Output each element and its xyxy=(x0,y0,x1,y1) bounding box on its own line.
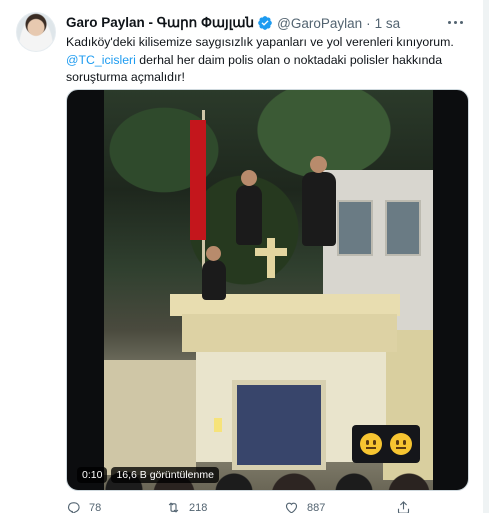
retweet-count: 218 xyxy=(189,501,208,513)
like-count: 887 xyxy=(307,501,326,513)
tweet-text-line-2: @TC_icisleri derhal her daim polis olan … xyxy=(66,52,466,70)
cross-vertical xyxy=(267,238,275,278)
verified-badge-icon xyxy=(257,15,273,31)
person-on-wall xyxy=(202,260,226,300)
share-button[interactable] xyxy=(396,500,411,513)
person-on-wall xyxy=(302,172,336,246)
more-dots-icon[interactable] xyxy=(443,14,467,30)
video-player[interactable]: 0:10 16,6 B görüntülenme xyxy=(66,89,469,491)
reply-button[interactable]: 78 xyxy=(66,500,101,513)
person-head xyxy=(206,246,221,261)
tweet-text-line-3: soruşturma açmalıdır! xyxy=(66,70,185,84)
mention-link[interactable]: @TC_icisleri xyxy=(66,53,136,67)
retweet-icon xyxy=(168,502,179,513)
column-border xyxy=(483,0,489,513)
tweet-text: Kadıköy'deki kilisemize saygısızlık yapa… xyxy=(66,34,466,87)
separator-dot: · xyxy=(366,15,371,31)
tweet[interactable]: Garo Paylan - Գարո Փայլան @GaroPaylan · … xyxy=(0,0,489,513)
video-duration: 0:10 xyxy=(77,467,108,483)
share-icon xyxy=(397,501,410,513)
side-wall xyxy=(104,360,196,475)
tweet-text-line-2-rest: derhal her daim polis olan o noktadaki p… xyxy=(135,52,443,67)
cross-horizontal xyxy=(255,248,287,256)
gate-door xyxy=(232,380,326,470)
retweet-button[interactable]: 218 xyxy=(166,500,207,513)
reply-icon xyxy=(67,502,80,513)
building-window xyxy=(337,200,373,256)
handle[interactable]: @GaroPaylan xyxy=(277,16,362,31)
person-head xyxy=(241,170,257,186)
building-window xyxy=(385,200,421,256)
tweet-header: Garo Paylan - Գարո Փայլան @GaroPaylan · … xyxy=(66,13,400,33)
tweet-text-line-1: Kadıköy'deki kilisemize saygısızlık yapa… xyxy=(66,35,454,49)
wall-lamp xyxy=(214,418,222,432)
gate-pediment xyxy=(182,314,397,352)
reply-count: 78 xyxy=(89,501,102,513)
video-info-badge: 0:10 16,6 B görüntülenme xyxy=(77,466,219,484)
emoji-overlay xyxy=(352,425,420,463)
neutral-face-icon xyxy=(360,433,382,455)
neutral-face-icon xyxy=(390,433,412,455)
person-on-wall xyxy=(236,185,262,245)
avatar[interactable] xyxy=(16,12,56,52)
like-button[interactable]: 887 xyxy=(284,500,325,513)
heart-icon xyxy=(285,502,298,513)
tweet-actions: 78 218 887 xyxy=(66,500,466,513)
timestamp[interactable]: 1 sa xyxy=(375,16,401,31)
person-head xyxy=(310,156,327,173)
turkish-flag xyxy=(190,120,206,240)
video-view-count: 16,6 B görüntülenme xyxy=(111,467,219,483)
display-name[interactable]: Garo Paylan - Գարո Փայլան xyxy=(66,15,254,31)
video-frame[interactable] xyxy=(104,90,433,490)
